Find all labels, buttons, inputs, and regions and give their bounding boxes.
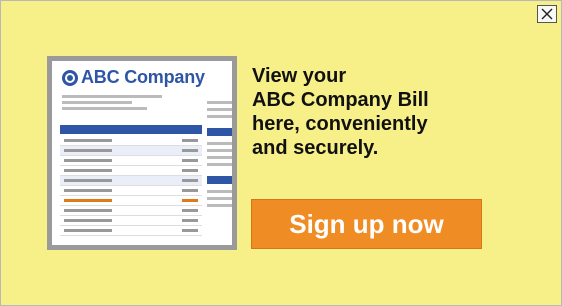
company-logo: ABC Company	[62, 67, 205, 88]
close-icon	[541, 8, 553, 20]
close-button[interactable]	[537, 5, 557, 23]
logo-mark-icon	[62, 69, 78, 86]
headline-line: View your	[252, 65, 347, 87]
headline-line: and securely.	[252, 137, 379, 159]
headline-line: here, conveniently	[252, 113, 428, 135]
logo-text: ABC Company	[81, 67, 205, 87]
sign-up-button[interactable]: Sign up now	[251, 199, 482, 249]
bill-side-column	[207, 101, 232, 211]
bill-header-band	[60, 125, 202, 134]
ad-banner[interactable]: ABC Company View your ABC Company Bill h…	[0, 0, 562, 306]
headline: View your ABC Company Bill here, conveni…	[252, 64, 482, 160]
bill-preview: ABC Company	[52, 61, 232, 245]
bill-thumbnail: ABC Company	[47, 56, 237, 250]
bill-line-items	[60, 136, 202, 236]
headline-line: ABC Company Bill	[252, 89, 429, 111]
bill-address-block	[62, 95, 162, 113]
